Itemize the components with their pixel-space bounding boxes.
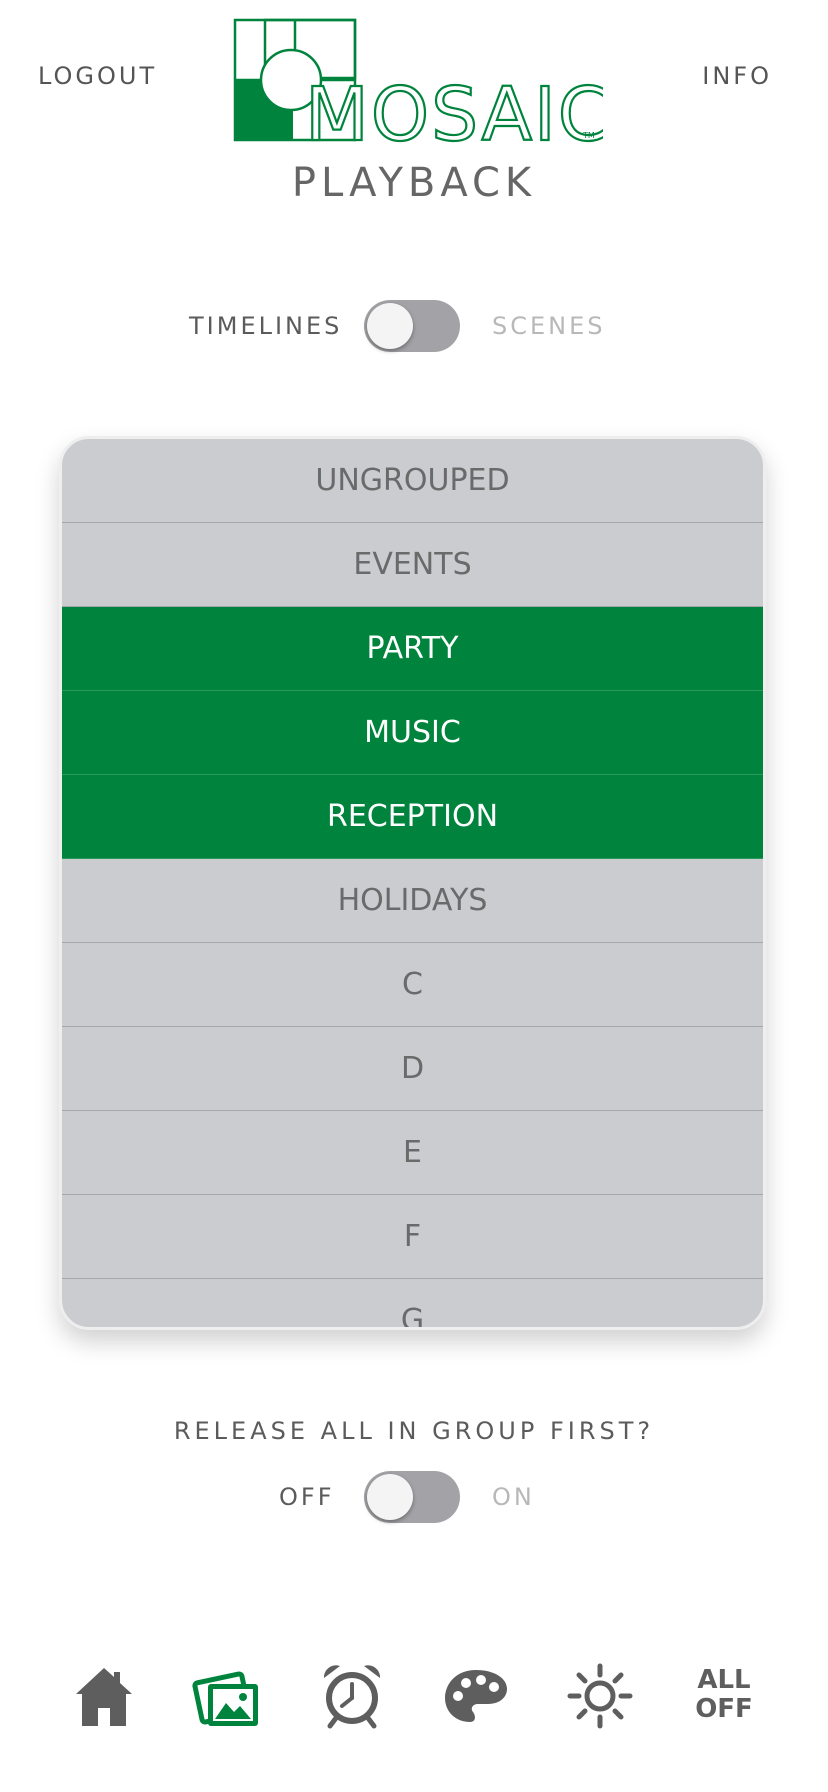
release-all-question: RELEASE ALL IN GROUP FIRST? — [173, 1417, 655, 1445]
group-list[interactable]: UNGROUPED EVENTS PARTY MUSIC RECEPTION H… — [59, 436, 766, 1330]
nav-schedule[interactable] — [312, 1656, 392, 1736]
release-off-label[interactable]: OFF — [279, 1483, 335, 1511]
logout-link[interactable]: LOGOUT — [38, 62, 157, 90]
group-item-f[interactable]: F — [62, 1195, 763, 1279]
switch-knob — [367, 303, 413, 349]
group-item-ungrouped[interactable]: UNGROUPED — [62, 439, 763, 523]
timelines-scenes-switch[interactable] — [364, 300, 460, 352]
home-icon — [76, 1668, 132, 1726]
all-off-line2: OFF — [695, 1694, 753, 1724]
scenes-label[interactable]: SCENES — [492, 312, 606, 340]
switch-knob — [367, 1474, 413, 1520]
nav-home[interactable] — [64, 1656, 144, 1736]
mosaic-logo: MOSAIC TM — [233, 18, 603, 144]
group-item-events[interactable]: EVENTS — [62, 523, 763, 607]
brightness-sun-icon — [567, 1663, 633, 1729]
group-item-g[interactable]: G — [62, 1279, 763, 1327]
group-item-c[interactable]: C — [62, 943, 763, 1027]
info-link[interactable]: INFO — [702, 62, 772, 90]
group-item-holidays[interactable]: HOLIDAYS — [62, 859, 763, 943]
all-off-button[interactable]: ALL OFF — [684, 1666, 764, 1724]
group-item-party[interactable]: PARTY — [62, 607, 763, 691]
group-item-e[interactable]: E — [62, 1111, 763, 1195]
timelines-label[interactable]: TIMELINES — [189, 312, 342, 340]
svg-text:TM: TM — [582, 131, 595, 140]
page-title: PLAYBACK — [291, 160, 537, 206]
nav-color[interactable] — [436, 1656, 516, 1736]
svg-text:MOSAIC: MOSAIC — [305, 72, 603, 144]
all-off-line1: ALL — [697, 1665, 751, 1695]
release-toggle-row: OFF ON — [0, 1471, 828, 1525]
scenes-image-icon — [192, 1671, 258, 1726]
release-on-label[interactable]: ON — [492, 1483, 535, 1511]
alarm-clock-icon — [323, 1665, 381, 1729]
release-all-switch[interactable] — [364, 1471, 460, 1523]
bottom-nav: ALL OFF — [0, 1656, 828, 1736]
group-item-d[interactable]: D — [62, 1027, 763, 1111]
nav-scenes[interactable] — [188, 1656, 268, 1736]
group-item-music[interactable]: MUSIC — [62, 691, 763, 775]
nav-brightness[interactable] — [560, 1656, 640, 1736]
palette-icon — [445, 1670, 507, 1722]
mode-toggle-row: TIMELINES SCENES — [0, 300, 828, 354]
group-item-reception[interactable]: RECEPTION — [62, 775, 763, 859]
